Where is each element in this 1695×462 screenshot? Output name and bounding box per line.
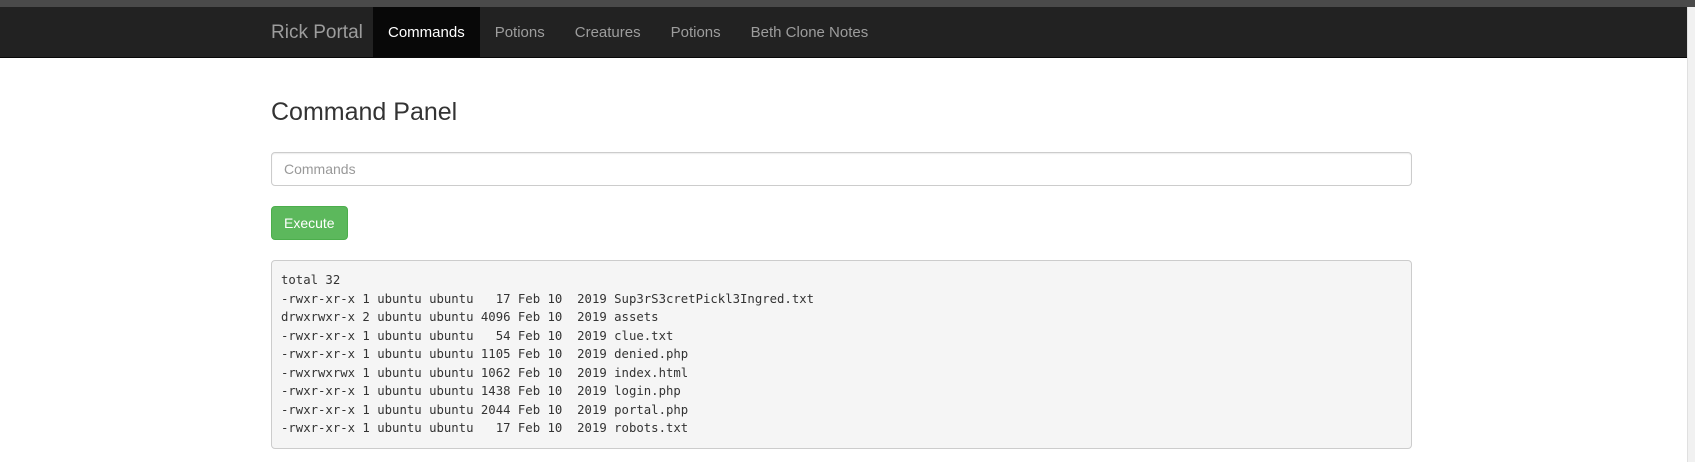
nav-item-creatures[interactable]: Creatures (560, 7, 656, 58)
main-content: Command Panel Execute total 32 -rwxr-xr-x… (271, 58, 1412, 449)
nav-item-commands[interactable]: Commands (373, 7, 480, 58)
brand-link[interactable]: Rick Portal (271, 7, 363, 58)
command-output: total 32 -rwxr-xr-x 1 ubuntu ubuntu 17 Fe… (271, 260, 1412, 449)
output-line: -rwxr-xr-x 1 ubuntu ubuntu 2044 Feb 10 2… (281, 402, 689, 417)
nav-item-potions[interactable]: Potions (480, 7, 560, 58)
commands-input[interactable] (271, 152, 1412, 186)
output-line: total 32 (281, 273, 341, 287)
execute-button[interactable]: Execute (271, 206, 348, 240)
window-top-strip (0, 0, 1695, 7)
output-line: drwxrwxr-x 2 ubuntu ubuntu 4096 Feb 10 2… (281, 310, 659, 324)
nav-item-potions-2[interactable]: Potions (656, 7, 736, 58)
output-line: -rwxr-xr-x 1 ubuntu ubuntu 1105 Feb 10 2… (281, 347, 689, 361)
output-line: -rwxr-xr-x 1 ubuntu ubuntu 54 Feb 10 201… (281, 328, 674, 343)
output-line: -rwxr-xr-x 1 ubuntu ubuntu 1438 Feb 10 2… (281, 384, 681, 398)
output-line: -rwxr-xr-x 1 ubuntu ubuntu 17 Feb 10 201… (281, 291, 815, 306)
nav-menu: Commands Potions Creatures Potions Beth … (373, 7, 883, 58)
navbar: Rick Portal Commands Potions Creatures P… (0, 7, 1687, 58)
scrollbar-track[interactable] (1687, 7, 1695, 462)
nav-item-beth-clone-notes[interactable]: Beth Clone Notes (736, 7, 884, 58)
output-line: -rwxrwxrwx 1 ubuntu ubuntu 1062 Feb 10 2… (281, 365, 689, 380)
page-title: Command Panel (271, 98, 458, 126)
output-line: -rwxr-xr-x 1 ubuntu ubuntu 17 Feb 10 201… (281, 421, 689, 435)
